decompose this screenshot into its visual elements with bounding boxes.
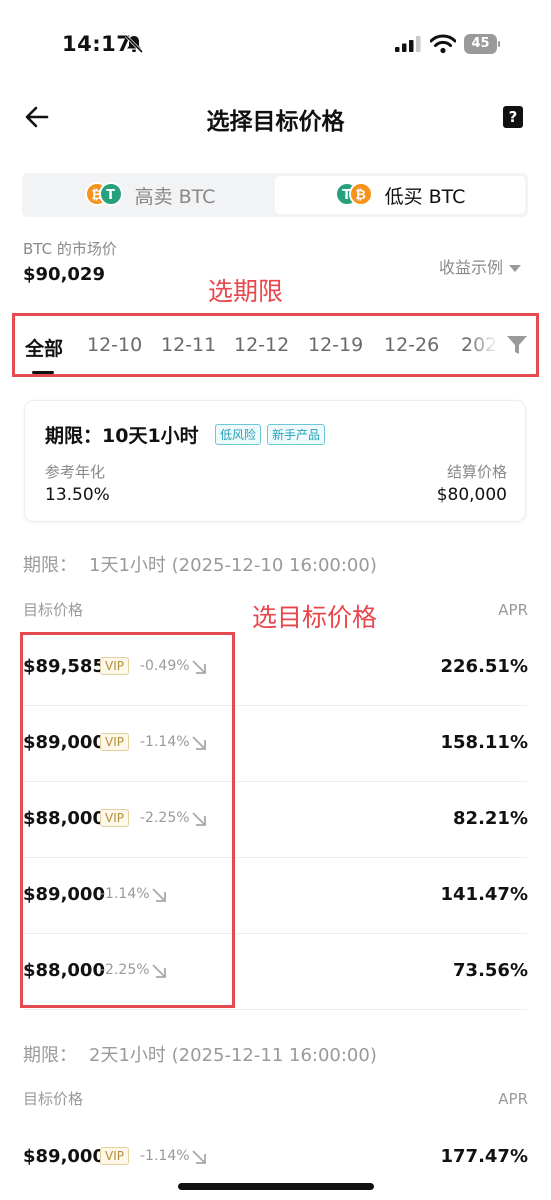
ref-annual-value: 13.50% bbox=[45, 485, 110, 505]
apr-value: 158.11% bbox=[440, 732, 529, 753]
apr-value: 141.47% bbox=[440, 884, 529, 905]
term-prefix: 期限： bbox=[23, 555, 77, 576]
tab-12-12[interactable]: 12-12 bbox=[234, 334, 289, 356]
buy-low-label: 低买 BTC bbox=[384, 185, 466, 208]
filter-icon[interactable] bbox=[506, 334, 528, 356]
market-price-value: $90,029 bbox=[23, 264, 105, 285]
target-price: $89,000 bbox=[23, 1146, 105, 1167]
ref-annual-label: 参考年化 bbox=[45, 463, 106, 481]
annotation-choose-term: 选期限 bbox=[208, 277, 284, 306]
featured-product-card[interactable]: 期限：10天1小时 低风险 新手产品 参考年化 13.50% 结算价格 $80,… bbox=[24, 400, 526, 522]
sell-high-option[interactable]: ₿ T 高卖 BTC bbox=[25, 176, 275, 214]
tab-all[interactable]: 全部 bbox=[25, 334, 63, 361]
term-date: (2025-12-11 16:00:00) bbox=[171, 1045, 377, 1066]
coin-pair-icon: T ₿ bbox=[334, 182, 375, 208]
tab-12-26[interactable]: 12-26 bbox=[384, 334, 439, 356]
term-tabs: 全部 12-10 12-11 12-12 12-19 12-26 202 bbox=[12, 313, 539, 377]
market-price-label: BTC 的市场价 bbox=[23, 240, 117, 258]
active-tab-indicator bbox=[32, 371, 54, 374]
home-indicator bbox=[178, 1183, 374, 1190]
card-term: 期限：10天1小时 bbox=[45, 425, 199, 447]
tag-beginner: 新手产品 bbox=[267, 424, 326, 445]
status-time: 14:17 bbox=[62, 32, 132, 56]
status-bar: 14:17 45 bbox=[0, 0, 551, 90]
settle-price-label: 结算价格 bbox=[446, 463, 507, 481]
wifi-icon bbox=[430, 34, 456, 54]
battery-icon: 45 bbox=[464, 34, 500, 54]
apr-value: 82.21% bbox=[453, 808, 528, 829]
col-apr: APR bbox=[498, 1090, 528, 1108]
tag-low-risk: 低风险 bbox=[215, 424, 262, 445]
col-apr: APR bbox=[498, 601, 528, 619]
profit-example-dropdown[interactable]: 收益示例 bbox=[439, 254, 521, 278]
col-target-price: 目标价格 bbox=[23, 601, 84, 619]
term-prefix: 期限： bbox=[23, 1045, 77, 1066]
apr-value: 177.47% bbox=[440, 1146, 529, 1167]
term-length: 1天1小时 bbox=[89, 555, 166, 576]
arrow-down-right-icon bbox=[192, 1150, 206, 1164]
vip-badge: VIP bbox=[100, 1147, 129, 1165]
tab-12-10[interactable]: 12-10 bbox=[87, 334, 142, 356]
annotation-choose-target: 选目标价格 bbox=[252, 603, 378, 632]
col-target-price: 目标价格 bbox=[23, 1090, 84, 1108]
tab-12-19[interactable]: 12-19 bbox=[308, 334, 363, 356]
section-header: 期限： 2天1小时 (2025-12-11 16:00:00) bbox=[23, 1041, 377, 1067]
sell-high-label: 高卖 BTC bbox=[134, 185, 216, 208]
btc-coin-icon: ₿ bbox=[348, 182, 373, 206]
section-header: 期限： 1天1小时 (2025-12-10 16:00:00) bbox=[23, 551, 377, 577]
usdt-coin-icon: T bbox=[98, 182, 123, 206]
cellular-signal-icon bbox=[395, 36, 421, 52]
bell-muted-icon bbox=[124, 34, 144, 54]
profit-example-label: 收益示例 bbox=[438, 258, 503, 277]
page-title: 选择目标价格 bbox=[206, 109, 345, 135]
annotation-highlight-box bbox=[20, 632, 235, 1008]
nav-bar: 选择目标价格 ? bbox=[0, 92, 551, 144]
caret-down-icon bbox=[509, 265, 521, 272]
help-book-icon[interactable]: ? bbox=[503, 106, 523, 128]
settle-price-value: $80,000 bbox=[436, 485, 507, 505]
direction-toggle: ₿ T 高卖 BTC T ₿ 低买 BTC bbox=[22, 173, 528, 217]
battery-level: 45 bbox=[464, 34, 497, 54]
tab-12-11[interactable]: 12-11 bbox=[161, 334, 216, 356]
coin-pair-icon: ₿ T bbox=[84, 182, 125, 208]
buy-low-option[interactable]: T ₿ 低买 BTC bbox=[275, 176, 525, 214]
term-date: (2025-12-10 16:00:00) bbox=[171, 555, 377, 576]
apr-value: 226.51% bbox=[440, 656, 529, 677]
term-length: 2天1小时 bbox=[89, 1045, 166, 1066]
price-change: -1.14% bbox=[140, 1148, 190, 1164]
card-tags: 低风险 新手产品 bbox=[215, 424, 331, 445]
apr-value: 73.56% bbox=[453, 960, 528, 981]
